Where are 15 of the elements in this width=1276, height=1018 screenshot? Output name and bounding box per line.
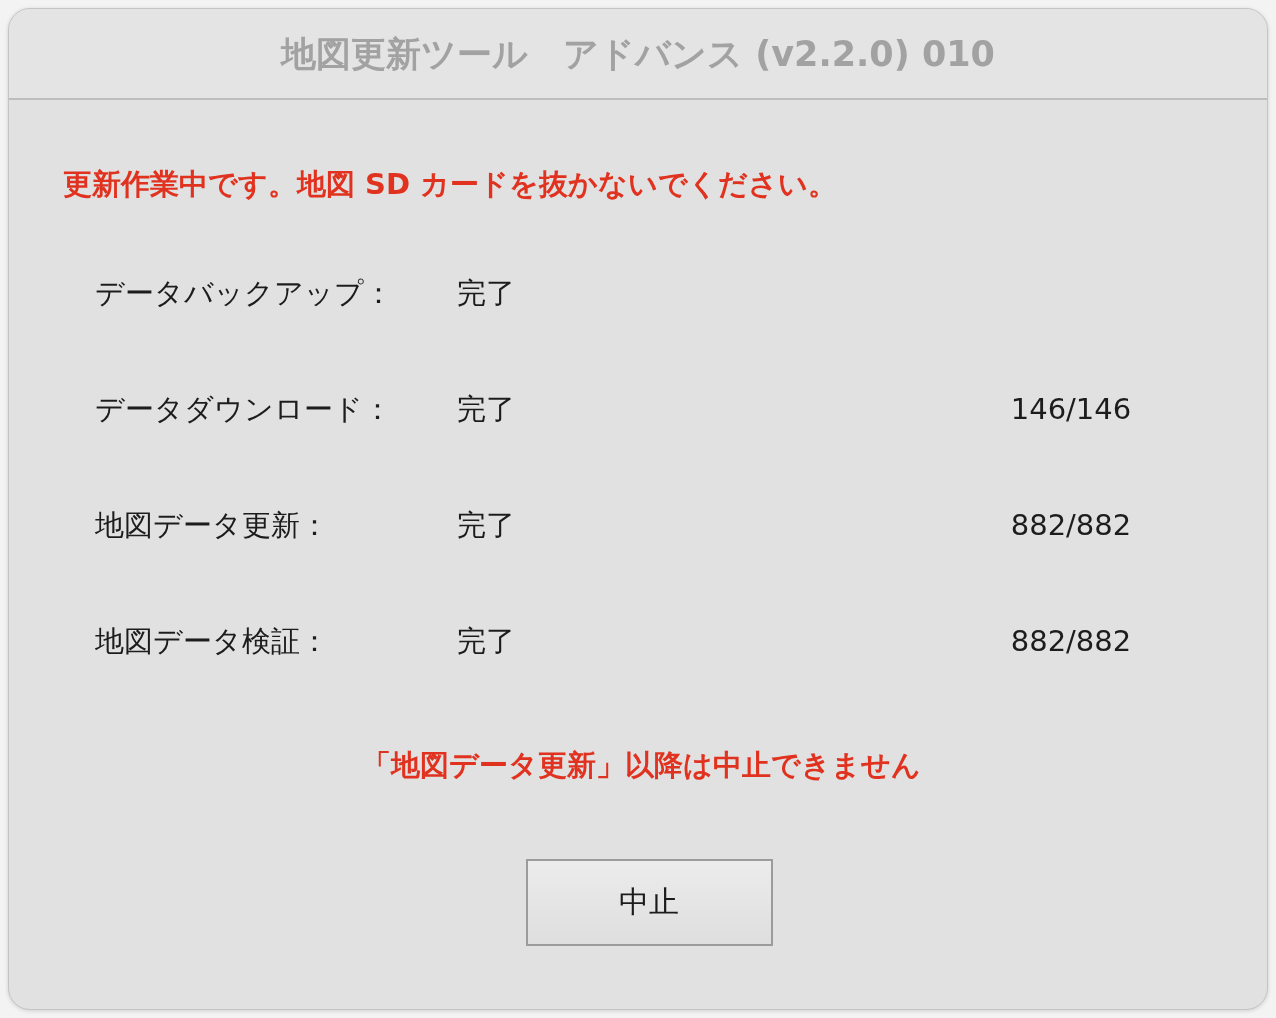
- step-status: 完了: [457, 623, 515, 660]
- step-label: データダウンロード：: [95, 391, 392, 428]
- step-count: 882/882: [1010, 507, 1132, 544]
- abort-button[interactable]: 中止: [525, 859, 773, 946]
- warning-message: 更新作業中です。地図 SD カードを抜かないでください。: [63, 166, 838, 203]
- note-message: 「地図データ更新」以降は中止できません: [361, 747, 921, 784]
- step-label: データバックアップ：: [95, 275, 393, 312]
- step-status: 完了: [457, 391, 515, 428]
- step-count: 882/882: [1010, 623, 1132, 660]
- step-label: 地図データ更新：: [95, 507, 329, 544]
- step-count: 146/146: [1010, 391, 1132, 428]
- step-label: 地図データ検証：: [95, 623, 329, 660]
- step-status: 完了: [457, 507, 515, 544]
- step-status: 完了: [457, 275, 515, 312]
- window-title: 地図更新ツール アドバンス (v2.2.0) 010: [281, 32, 995, 76]
